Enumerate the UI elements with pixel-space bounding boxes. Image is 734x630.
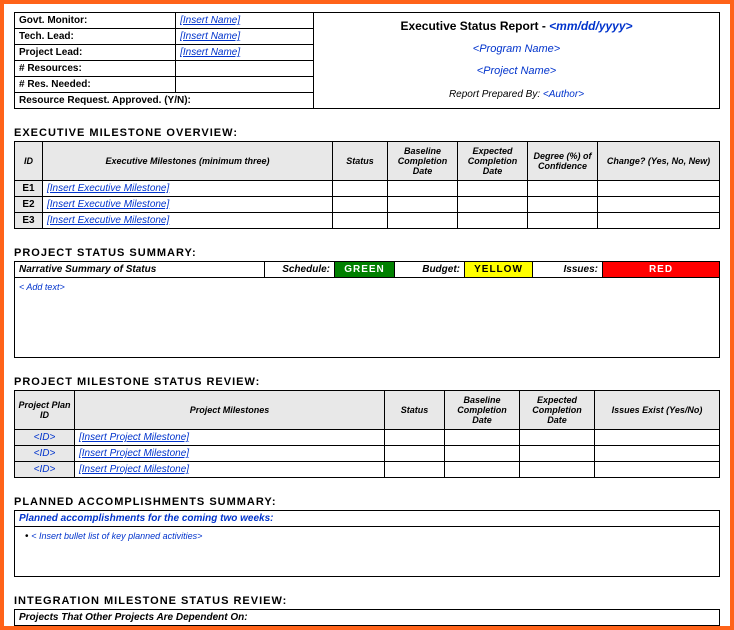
table-row: E1 [Insert Executive Milestone]	[15, 181, 720, 197]
col-idepon: Projects Dependent On	[223, 627, 353, 630]
project-name[interactable]: <Project Name>	[320, 65, 713, 77]
table-row: E2 [Insert Executive Milestone]	[15, 197, 720, 213]
header-row: Govt. Monitor: [Insert Name] Tech. Lead:…	[14, 12, 720, 109]
tech-lead-label: Tech. Lead:	[15, 29, 176, 45]
report-title: Executive Status Report - <mm/dd/yyyy>	[320, 19, 713, 33]
col-iexpected: Expected Completion	[473, 627, 543, 630]
col-istatus: Status	[353, 627, 403, 630]
res-request-label: Resource Request. Approved. (Y/N):	[15, 93, 314, 109]
table-row: <ID> [Insert Project Milestone]	[15, 430, 720, 446]
row-id: E2	[15, 197, 43, 213]
col-status: Status	[333, 142, 388, 181]
exec-milestone-table: ID Executive Milestones (minimum three) …	[14, 141, 720, 229]
col-pissues: Issues Exist (Yes/No)	[595, 391, 720, 430]
section-exec-overview: EXECUTIVE MILESTONE OVERVIEW:	[14, 127, 720, 139]
project-lead-label: Project Lead:	[15, 45, 176, 61]
res-needed-value[interactable]	[176, 77, 314, 93]
table-row: E3 [Insert Executive Milestone]	[15, 213, 720, 229]
row-id: E3	[15, 213, 43, 229]
planned-header: Planned accomplishments for the coming t…	[14, 510, 720, 527]
milestone-cell[interactable]: [Insert Executive Milestone]	[43, 213, 333, 229]
budget-label: Budget:	[395, 262, 465, 277]
govt-monitor-label: Govt. Monitor:	[15, 13, 176, 29]
col-ibaseline: Baseline Completion	[403, 627, 473, 630]
planned-body[interactable]: • < Insert bullet list of key planned ac…	[14, 527, 720, 577]
col-id: ID	[15, 142, 43, 181]
schedule-status: GREEN	[335, 262, 395, 277]
integration-table: ID Integration Milestones Projects Depen…	[14, 626, 720, 630]
row-id[interactable]: <ID>	[15, 462, 75, 478]
res-needed-label: # Res. Needed:	[15, 77, 176, 93]
integration-dep-header: Projects That Other Projects Are Depende…	[14, 609, 720, 626]
narrative-label: Narrative Summary of Status	[15, 262, 265, 277]
govt-monitor-value[interactable]: [Insert Name]	[176, 13, 314, 29]
col-imilestones: Integration Milestones	[43, 627, 223, 630]
project-milestone-table: Project Plan ID Project Milestones Statu…	[14, 390, 720, 478]
col-idegree: Degree (%) of	[543, 627, 608, 630]
col-pexpected: Expected Completion Date	[520, 391, 595, 430]
col-ichange: (Yes, No,	[608, 627, 720, 630]
col-iid: ID	[15, 627, 43, 630]
col-ppid: Project Plan ID	[15, 391, 75, 430]
col-degree: Degree (%) of Confidence	[528, 142, 598, 181]
prepared-by: Report Prepared By: <Author>	[320, 89, 713, 100]
narrative-box[interactable]: < Add text>	[14, 278, 720, 358]
col-baseline: Baseline Completion Date	[388, 142, 458, 181]
col-pstatus: Status	[385, 391, 445, 430]
issues-status: RED	[603, 262, 719, 277]
col-expected: Expected Completion Date	[458, 142, 528, 181]
row-id[interactable]: <ID>	[15, 430, 75, 446]
document-frame: Govt. Monitor: [Insert Name] Tech. Lead:…	[0, 0, 734, 630]
row-id[interactable]: <ID>	[15, 446, 75, 462]
issues-label: Issues:	[533, 262, 603, 277]
milestone-cell[interactable]: [Insert Project Milestone]	[75, 462, 385, 478]
section-milestone-review: PROJECT MILESTONE STATUS REVIEW:	[14, 376, 720, 388]
milestone-cell[interactable]: [Insert Project Milestone]	[75, 446, 385, 462]
table-row: <ID> [Insert Project Milestone]	[15, 446, 720, 462]
title-box: Executive Status Report - <mm/dd/yyyy> <…	[314, 12, 720, 109]
schedule-label: Schedule:	[265, 262, 335, 277]
budget-status: YELLOW	[465, 262, 533, 277]
info-table: Govt. Monitor: [Insert Name] Tech. Lead:…	[14, 12, 314, 109]
section-integration: INTEGRATION MILESTONE STATUS REVIEW:	[14, 595, 720, 607]
status-bar: Narrative Summary of Status Schedule: GR…	[14, 261, 720, 278]
col-change: Change? (Yes, No, New)	[598, 142, 720, 181]
milestone-cell[interactable]: [Insert Project Milestone]	[75, 430, 385, 446]
resources-label: # Resources:	[15, 61, 176, 77]
program-name[interactable]: <Program Name>	[320, 43, 713, 55]
section-status-summary: PROJECT STATUS SUMMARY:	[14, 247, 720, 259]
resources-value[interactable]	[176, 61, 314, 77]
milestone-cell[interactable]: [Insert Executive Milestone]	[43, 197, 333, 213]
tech-lead-value[interactable]: [Insert Name]	[176, 29, 314, 45]
col-pm: Project Milestones	[75, 391, 385, 430]
section-planned: PLANNED ACCOMPLISHMENTS SUMMARY:	[14, 496, 720, 508]
col-pbaseline: Baseline Completion Date	[445, 391, 520, 430]
row-id: E1	[15, 181, 43, 197]
col-milestones: Executive Milestones (minimum three)	[43, 142, 333, 181]
milestone-cell[interactable]: [Insert Executive Milestone]	[43, 181, 333, 197]
project-lead-value[interactable]: [Insert Name]	[176, 45, 314, 61]
table-row: <ID> [Insert Project Milestone]	[15, 462, 720, 478]
